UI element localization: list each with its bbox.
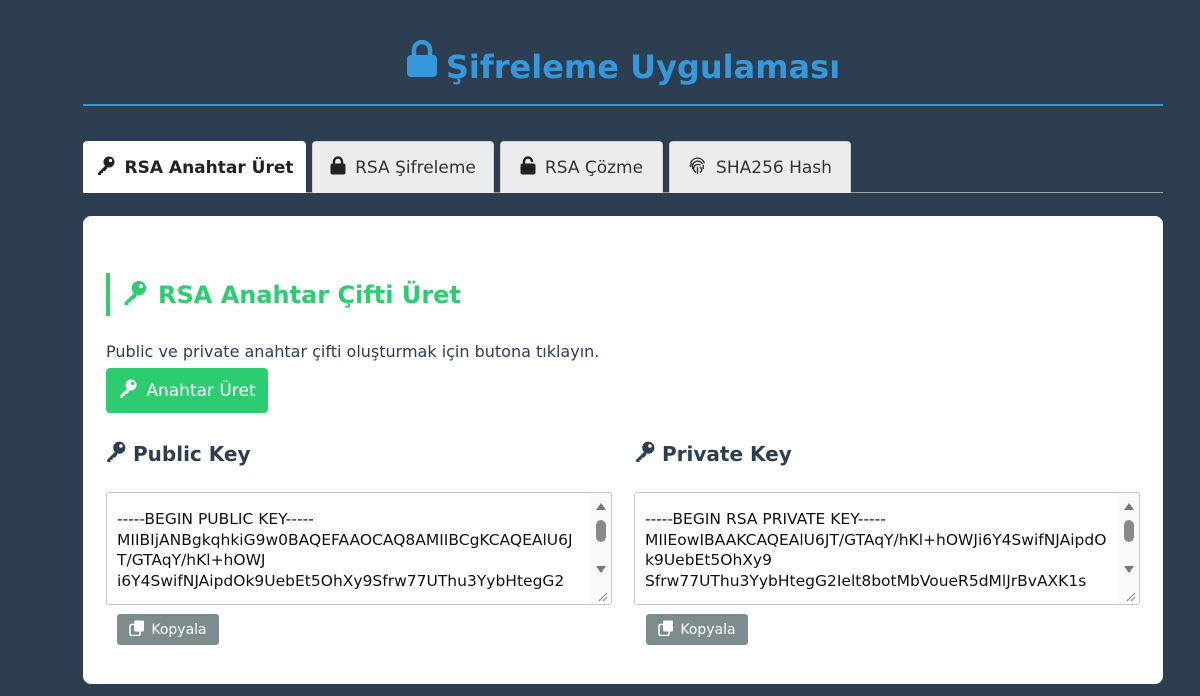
scroll-thumb[interactable] (1124, 520, 1134, 542)
app-header: Şifreleme Uygulaması (83, 39, 1163, 106)
scroll-up-arrow-icon[interactable] (1124, 503, 1134, 510)
section-description: Public ve private anahtar çifti oluşturm… (106, 342, 600, 361)
generate-keys-button[interactable]: Anahtar Üret (106, 368, 268, 413)
scroll-up-arrow-icon[interactable] (596, 503, 606, 510)
private-key-textarea[interactable]: -----BEGIN RSA PRIVATE KEY----- MIIEowIB… (634, 492, 1140, 605)
public-key-textarea[interactable]: -----BEGIN PUBLIC KEY----- MIIBIjANBgkqh… (106, 492, 612, 605)
section-title-text: RSA Anahtar Çifti Üret (158, 280, 461, 309)
copy-private-key-button[interactable]: Kopyala (646, 614, 748, 645)
tab-rsa-keygen[interactable]: RSA Anahtar Üret (83, 141, 306, 193)
resize-handle-icon[interactable] (1124, 592, 1136, 602)
tab-rsa-decrypt[interactable]: RSA Çözme (500, 141, 663, 193)
tab-sha256-hash[interactable]: SHA256 Hash (669, 141, 851, 193)
copy-label: Kopyala (680, 621, 736, 638)
public-key-value: -----BEGIN PUBLIC KEY----- MIIBIjANBgkqh… (117, 510, 573, 590)
generate-keys-label: Anahtar Üret (146, 380, 256, 401)
tab-label: RSA Şifreleme (355, 157, 476, 178)
section-title: RSA Anahtar Çifti Üret (106, 273, 461, 316)
public-key-heading: Public Key (105, 440, 251, 467)
app-title: Şifreleme Uygulaması (445, 48, 841, 86)
private-key-label: Private Key (662, 441, 792, 466)
scroll-down-arrow-icon[interactable] (596, 566, 606, 573)
tab-bar: RSA Anahtar Üret RSA Şifreleme RSA Çözme (83, 141, 1163, 193)
key-icon (105, 440, 127, 467)
tab-rsa-encrypt[interactable]: RSA Şifreleme (312, 141, 494, 193)
lock-icon (406, 39, 438, 94)
key-icon (96, 155, 116, 180)
public-key-scrollbar[interactable] (591, 493, 611, 604)
key-icon (634, 440, 656, 467)
public-key-label: Public Key (133, 441, 251, 466)
resize-handle-icon[interactable] (596, 592, 608, 602)
unlock-icon (520, 155, 536, 180)
lock-icon (330, 155, 346, 180)
scroll-thumb[interactable] (596, 520, 606, 542)
tab-label: RSA Anahtar Üret (124, 157, 294, 178)
private-key-heading: Private Key (634, 440, 792, 467)
tab-label: RSA Çözme (544, 157, 644, 178)
keygen-panel: RSA Anahtar Çifti Üret Public ve private… (83, 216, 1163, 684)
app-title-wrapper: Şifreleme Uygulaması (406, 39, 841, 94)
key-icon (118, 378, 138, 403)
copy-label: Kopyala (151, 621, 207, 638)
copy-icon (129, 620, 145, 640)
scroll-down-arrow-icon[interactable] (1124, 566, 1134, 573)
key-icon (122, 279, 148, 311)
private-key-scrollbar[interactable] (1119, 493, 1139, 604)
copy-public-key-button[interactable]: Kopyala (117, 614, 219, 645)
fingerprint-icon (688, 156, 707, 180)
private-key-value: -----BEGIN RSA PRIVATE KEY----- MIIEowIB… (645, 510, 1107, 590)
tab-label: SHA256 Hash (716, 157, 832, 178)
copy-icon (658, 620, 674, 640)
